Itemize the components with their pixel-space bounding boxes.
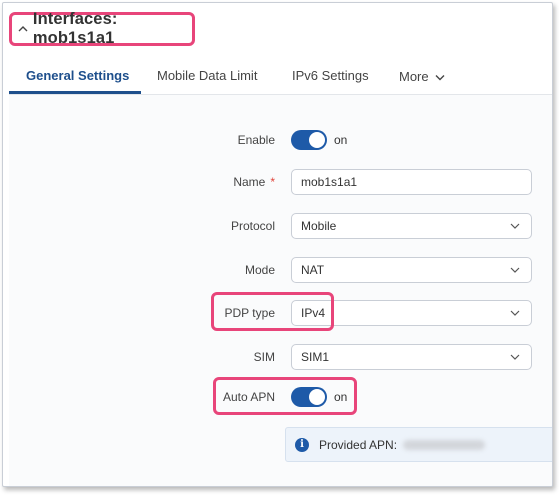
tab-bar: General Settings Mobile Data Limit IPv6 … [9, 63, 552, 94]
auto-apn-state: on [334, 390, 348, 404]
section-header[interactable]: Interfaces: mob1s1a1 [9, 10, 195, 47]
chevron-down-icon [510, 222, 520, 230]
tab-general-settings[interactable]: General Settings [26, 63, 129, 91]
info-icon: i [295, 437, 309, 452]
apn-value-redacted [403, 439, 486, 450]
pdp-type-label: PDP type [224, 306, 275, 320]
enable-label: Enable [237, 133, 275, 147]
sim-label: SIM [253, 350, 275, 364]
required-mark: * [270, 175, 275, 189]
mode-select[interactable]: NAT [291, 257, 532, 283]
page-title: Interfaces: mob1s1a1 [32, 10, 118, 47]
auto-apn-row: Auto APN on [9, 384, 552, 410]
enable-row: Enable on [9, 127, 552, 153]
chevron-down-icon [510, 309, 520, 317]
name-row: Name * mob1s1a1 [9, 169, 552, 195]
protocol-value: Mobile [301, 219, 337, 233]
tab-mobile-data-limit[interactable]: Mobile Data Limit [157, 63, 257, 91]
name-label: Name * [233, 175, 275, 189]
auto-apn-toggle[interactable] [291, 387, 327, 407]
provided-apn-info: i Provided APN: [285, 427, 552, 462]
sim-value: SIM1 [301, 350, 330, 364]
mode-label: Mode [244, 263, 275, 277]
sim-row: SIM SIM1 [9, 344, 552, 370]
name-input[interactable]: mob1s1a1 [291, 169, 532, 195]
tab-more-label: More [399, 69, 429, 84]
mode-value: NAT [301, 263, 325, 277]
tab-ipv6-settings[interactable]: IPv6 Settings [292, 63, 369, 91]
chevron-down-icon [510, 266, 520, 274]
enable-toggle[interactable] [291, 130, 327, 150]
sim-select[interactable]: SIM1 [291, 344, 532, 370]
provided-apn-label: Provided APN: [319, 437, 398, 452]
chevron-up-icon[interactable] [16, 21, 31, 37]
protocol-label: Protocol [230, 219, 275, 233]
chevron-down-icon [510, 353, 520, 361]
tab-more[interactable]: More [399, 63, 445, 91]
pdp-type-row: PDP type IPv4 [9, 300, 552, 326]
protocol-select[interactable]: Mobile [291, 213, 532, 239]
settings-panel: Interfaces: mob1s1a1 General Settings Mo… [2, 2, 553, 487]
protocol-row: Protocol Mobile [9, 213, 552, 239]
enable-state: on [334, 133, 348, 147]
chevron-down-icon [435, 74, 445, 80]
auto-apn-label: Auto APN [222, 390, 275, 404]
mode-row: Mode NAT [9, 257, 552, 283]
pdp-type-select[interactable]: IPv4 [291, 300, 532, 326]
pdp-type-value: IPv4 [301, 306, 326, 320]
